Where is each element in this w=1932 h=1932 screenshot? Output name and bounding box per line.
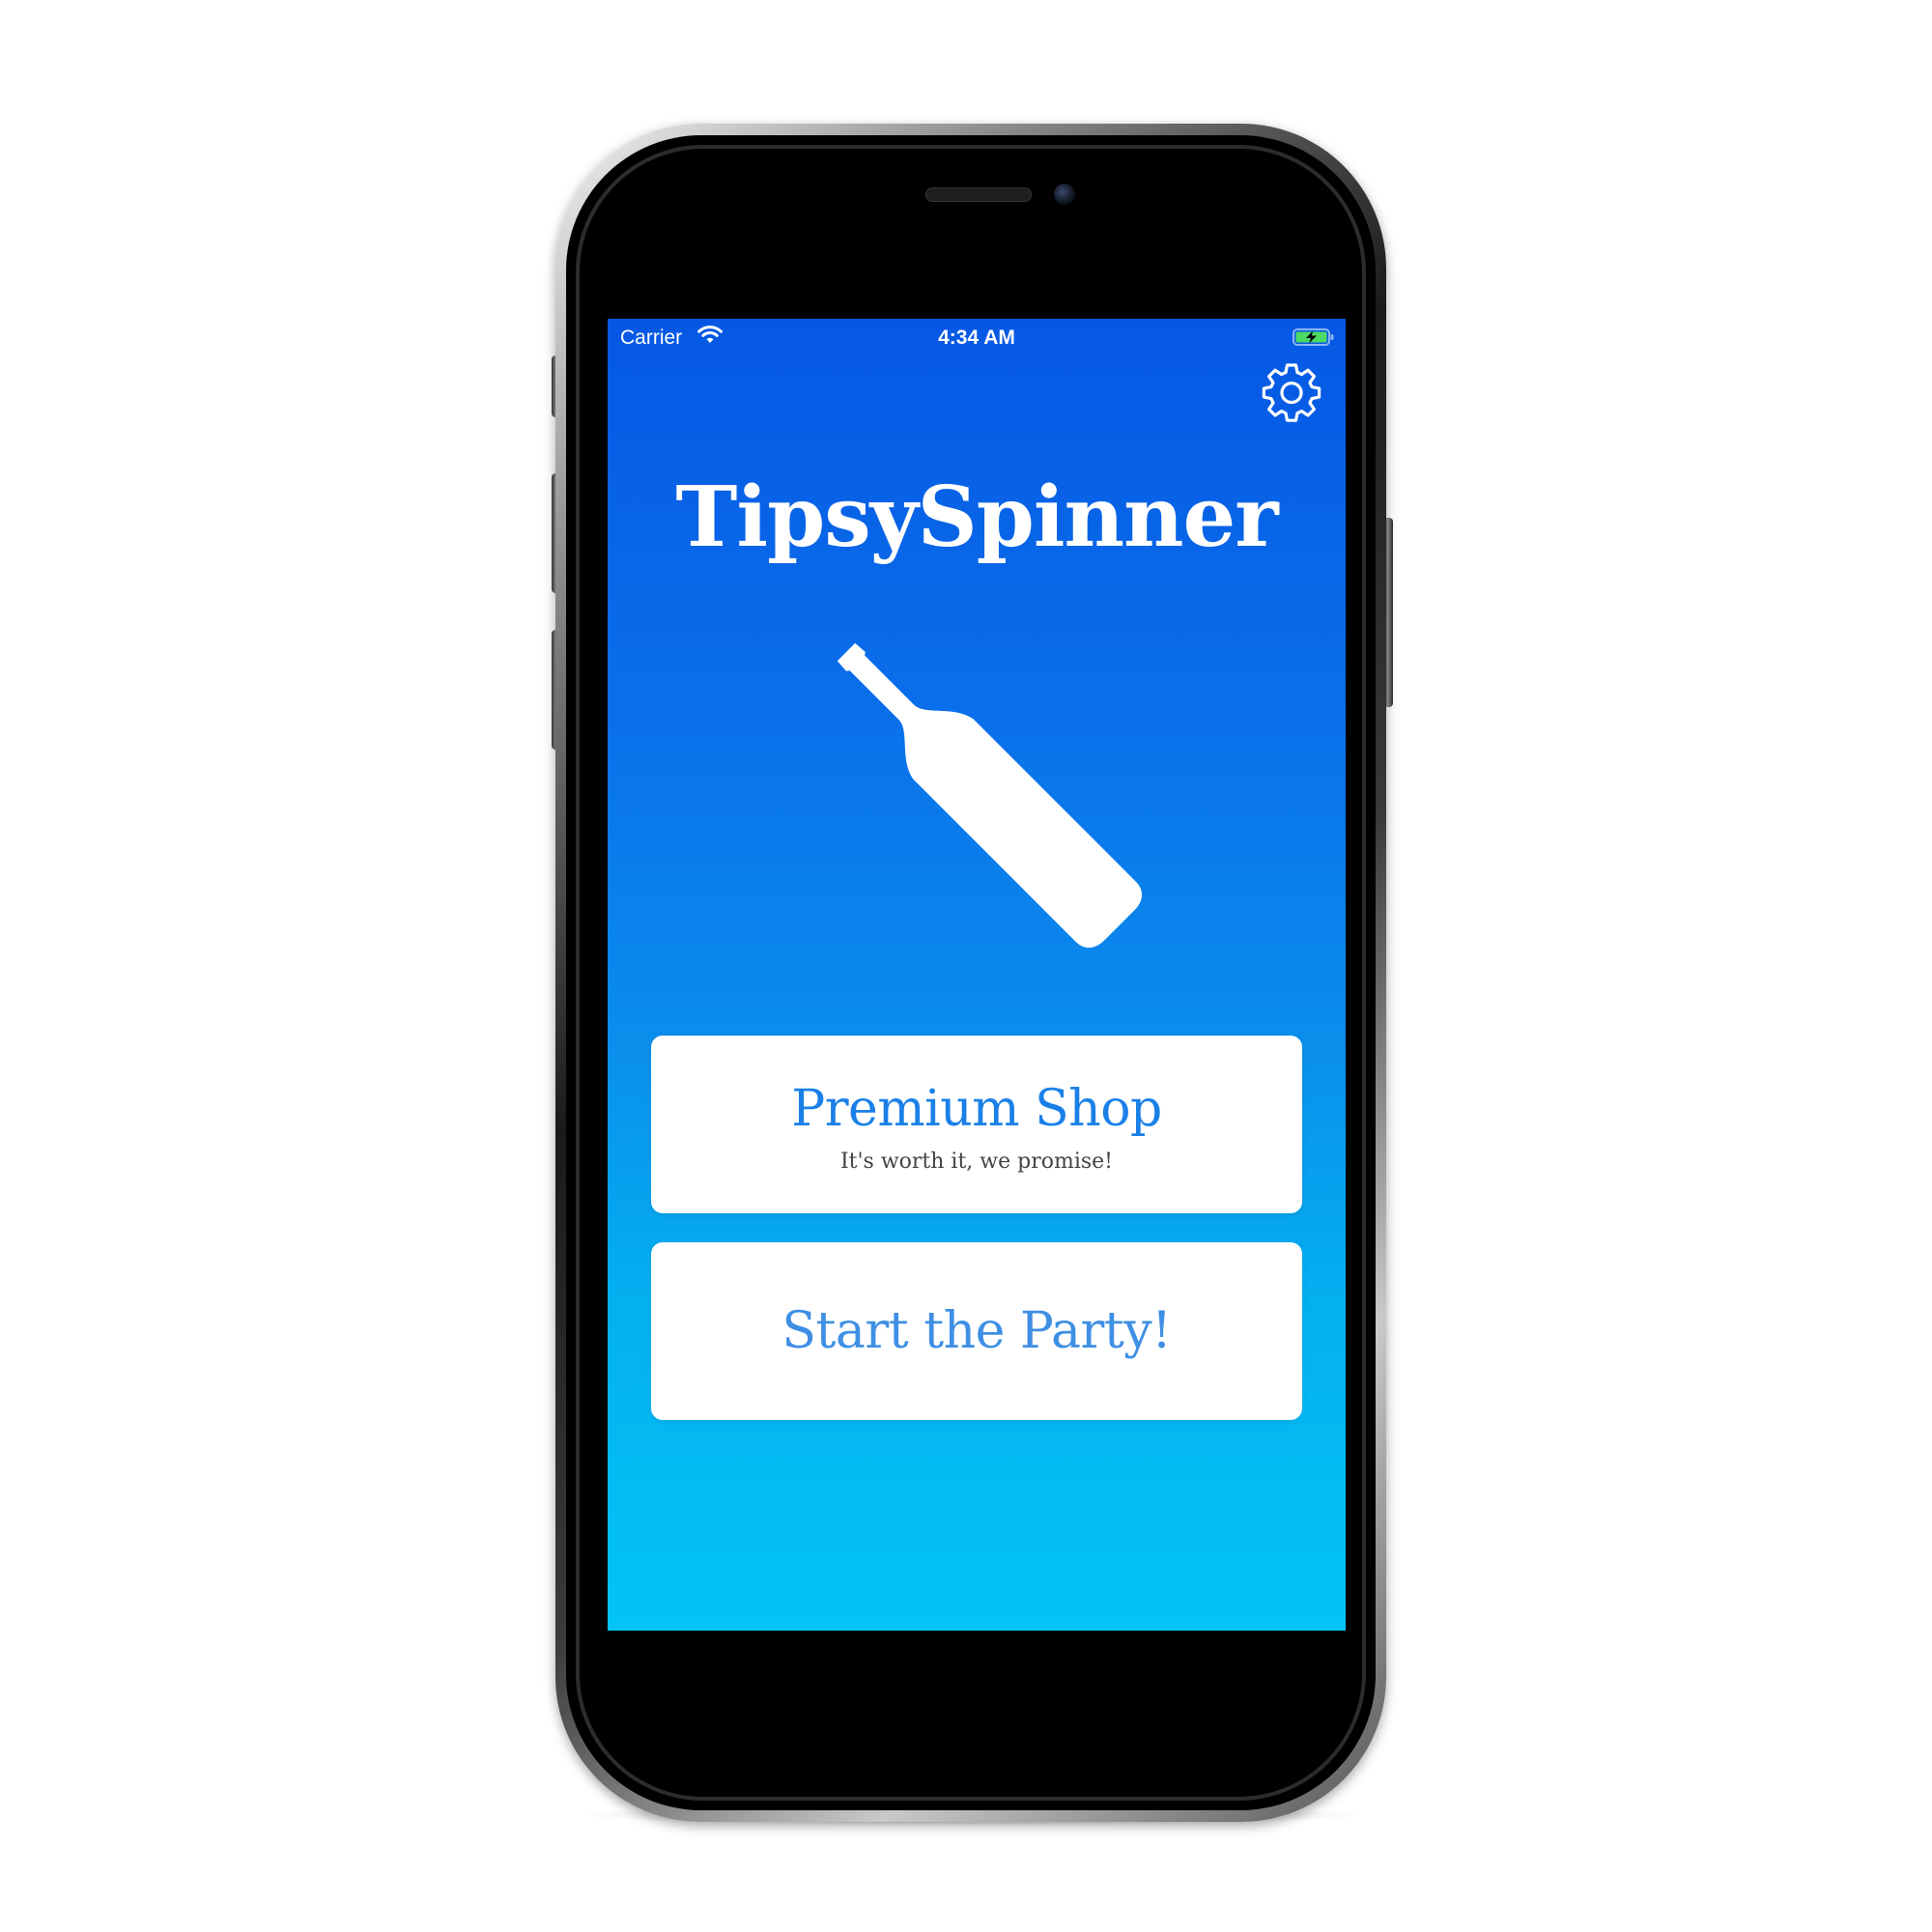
premium-shop-subtitle: It's worth it, we promise! (839, 1150, 1114, 1174)
start-party-button[interactable]: Start the Party! (651, 1242, 1302, 1420)
battery-charging-icon (1293, 328, 1334, 346)
premium-shop-label: Premium Shop (791, 1080, 1162, 1138)
earpiece-speaker (925, 187, 1032, 202)
app-title: TipsySpinner (675, 469, 1278, 566)
bottle-icon (837, 642, 1143, 949)
gear-icon[interactable] (1258, 359, 1325, 427)
status-bar: Carrier 4:34 AM (608, 319, 1346, 357)
app-screen: Carrier 4:34 AM TipsySpinner Premium Sho… (608, 319, 1346, 1631)
status-time: 4:34 AM (938, 327, 1015, 349)
start-party-label: Start the Party! (781, 1302, 1172, 1360)
device-mockup: Carrier 4:34 AM TipsySpinner Premium Sho… (0, 0, 1932, 1932)
premium-shop-button[interactable]: Premium Shop It's worth it, we promise! (651, 1036, 1302, 1213)
front-camera (1054, 184, 1075, 205)
